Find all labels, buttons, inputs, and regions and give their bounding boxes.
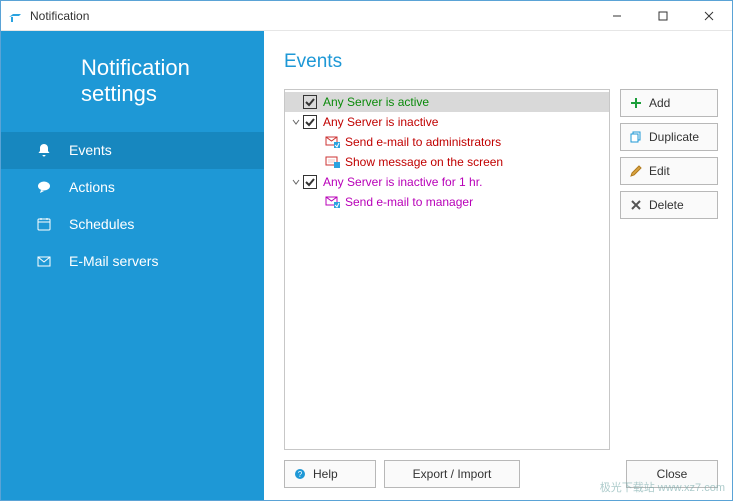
help-icon: ? [293,467,307,481]
action-label: Send e-mail to manager [345,195,473,209]
calendar-icon [35,215,53,233]
checkbox[interactable] [303,115,317,129]
close-window-button[interactable] [686,1,732,31]
action-label: Send e-mail to administrators [345,135,501,149]
sidebar-header-line1: Notification [81,55,190,80]
tree-event-row[interactable]: Any Server is active [285,92,609,112]
help-button[interactable]: ? Help [284,460,376,488]
export-import-button[interactable]: Export / Import [384,460,520,488]
add-button[interactable]: Add [620,89,718,117]
expand-toggle[interactable] [289,118,303,126]
app-icon [7,8,23,24]
window-title: Notification [30,9,89,23]
plus-icon [629,96,643,110]
action-label: Show message on the screen [345,155,503,169]
sidebar-item-label: Actions [69,179,115,195]
expand-toggle[interactable] [289,178,303,186]
tree-event-row[interactable]: Any Server is inactive [285,112,609,132]
action-screen-icon [325,155,341,169]
tree-action-row[interactable]: Send e-mail to administrators [285,132,609,152]
sidebar-item-email-servers[interactable]: E-Mail servers [1,243,264,280]
svg-text:?: ? [298,470,303,479]
tree-action-row[interactable]: Show message on the screen [285,152,609,172]
bubble-icon [35,178,53,196]
events-tree[interactable]: Any Server is active Any Server is inact… [284,89,610,450]
sidebar-item-schedules[interactable]: Schedules [1,206,264,243]
sidebar-item-label: Events [69,142,112,158]
window: Notification Notification settings Event… [0,0,733,501]
close-button[interactable]: Close [626,460,718,488]
button-label: Edit [649,164,670,178]
sidebar: Notification settings Events Actions Sch… [1,31,264,500]
action-mail-icon [325,135,341,149]
tree-action-row[interactable]: Send e-mail to manager [285,192,609,212]
content-row: Any Server is active Any Server is inact… [284,89,718,450]
sidebar-item-actions[interactable]: Actions [1,169,264,206]
sidebar-nav: Events Actions Schedules E-Mail servers [1,132,264,280]
titlebar: Notification [1,1,732,31]
sidebar-header-line2: settings [81,81,157,106]
checkbox[interactable] [303,95,317,109]
duplicate-button[interactable]: Duplicate [620,123,718,151]
minimize-button[interactable] [594,1,640,31]
footer: ? Help Export / Import Close [284,460,718,488]
action-button-column: Add Duplicate Edit Delete [620,89,718,450]
sidebar-item-label: Schedules [69,216,134,232]
button-label: Help [313,467,338,481]
event-label: Any Server is active [323,95,429,109]
duplicate-icon [629,130,643,144]
button-label: Add [649,96,670,110]
button-label: Close [657,467,688,481]
checkbox[interactable] [303,175,317,189]
button-label: Export / Import [413,467,492,481]
page-title: Events [284,51,718,73]
sidebar-item-label: E-Mail servers [69,253,158,269]
mail-icon [35,252,53,270]
delete-icon [629,198,643,212]
delete-button[interactable]: Delete [620,191,718,219]
edit-button[interactable]: Edit [620,157,718,185]
bell-icon [35,141,53,159]
event-label: Any Server is inactive for 1 hr. [323,175,482,189]
main-panel: Events Any Server is active Any Server i… [264,31,732,500]
body: Notification settings Events Actions Sch… [1,31,732,500]
sidebar-item-events[interactable]: Events [1,132,264,169]
event-label: Any Server is inactive [323,115,438,129]
button-label: Delete [649,198,684,212]
pencil-icon [629,164,643,178]
sidebar-header: Notification settings [1,31,264,132]
tree-event-row[interactable]: Any Server is inactive for 1 hr. [285,172,609,192]
action-mail-icon [325,195,341,209]
button-label: Duplicate [649,130,699,144]
maximize-button[interactable] [640,1,686,31]
